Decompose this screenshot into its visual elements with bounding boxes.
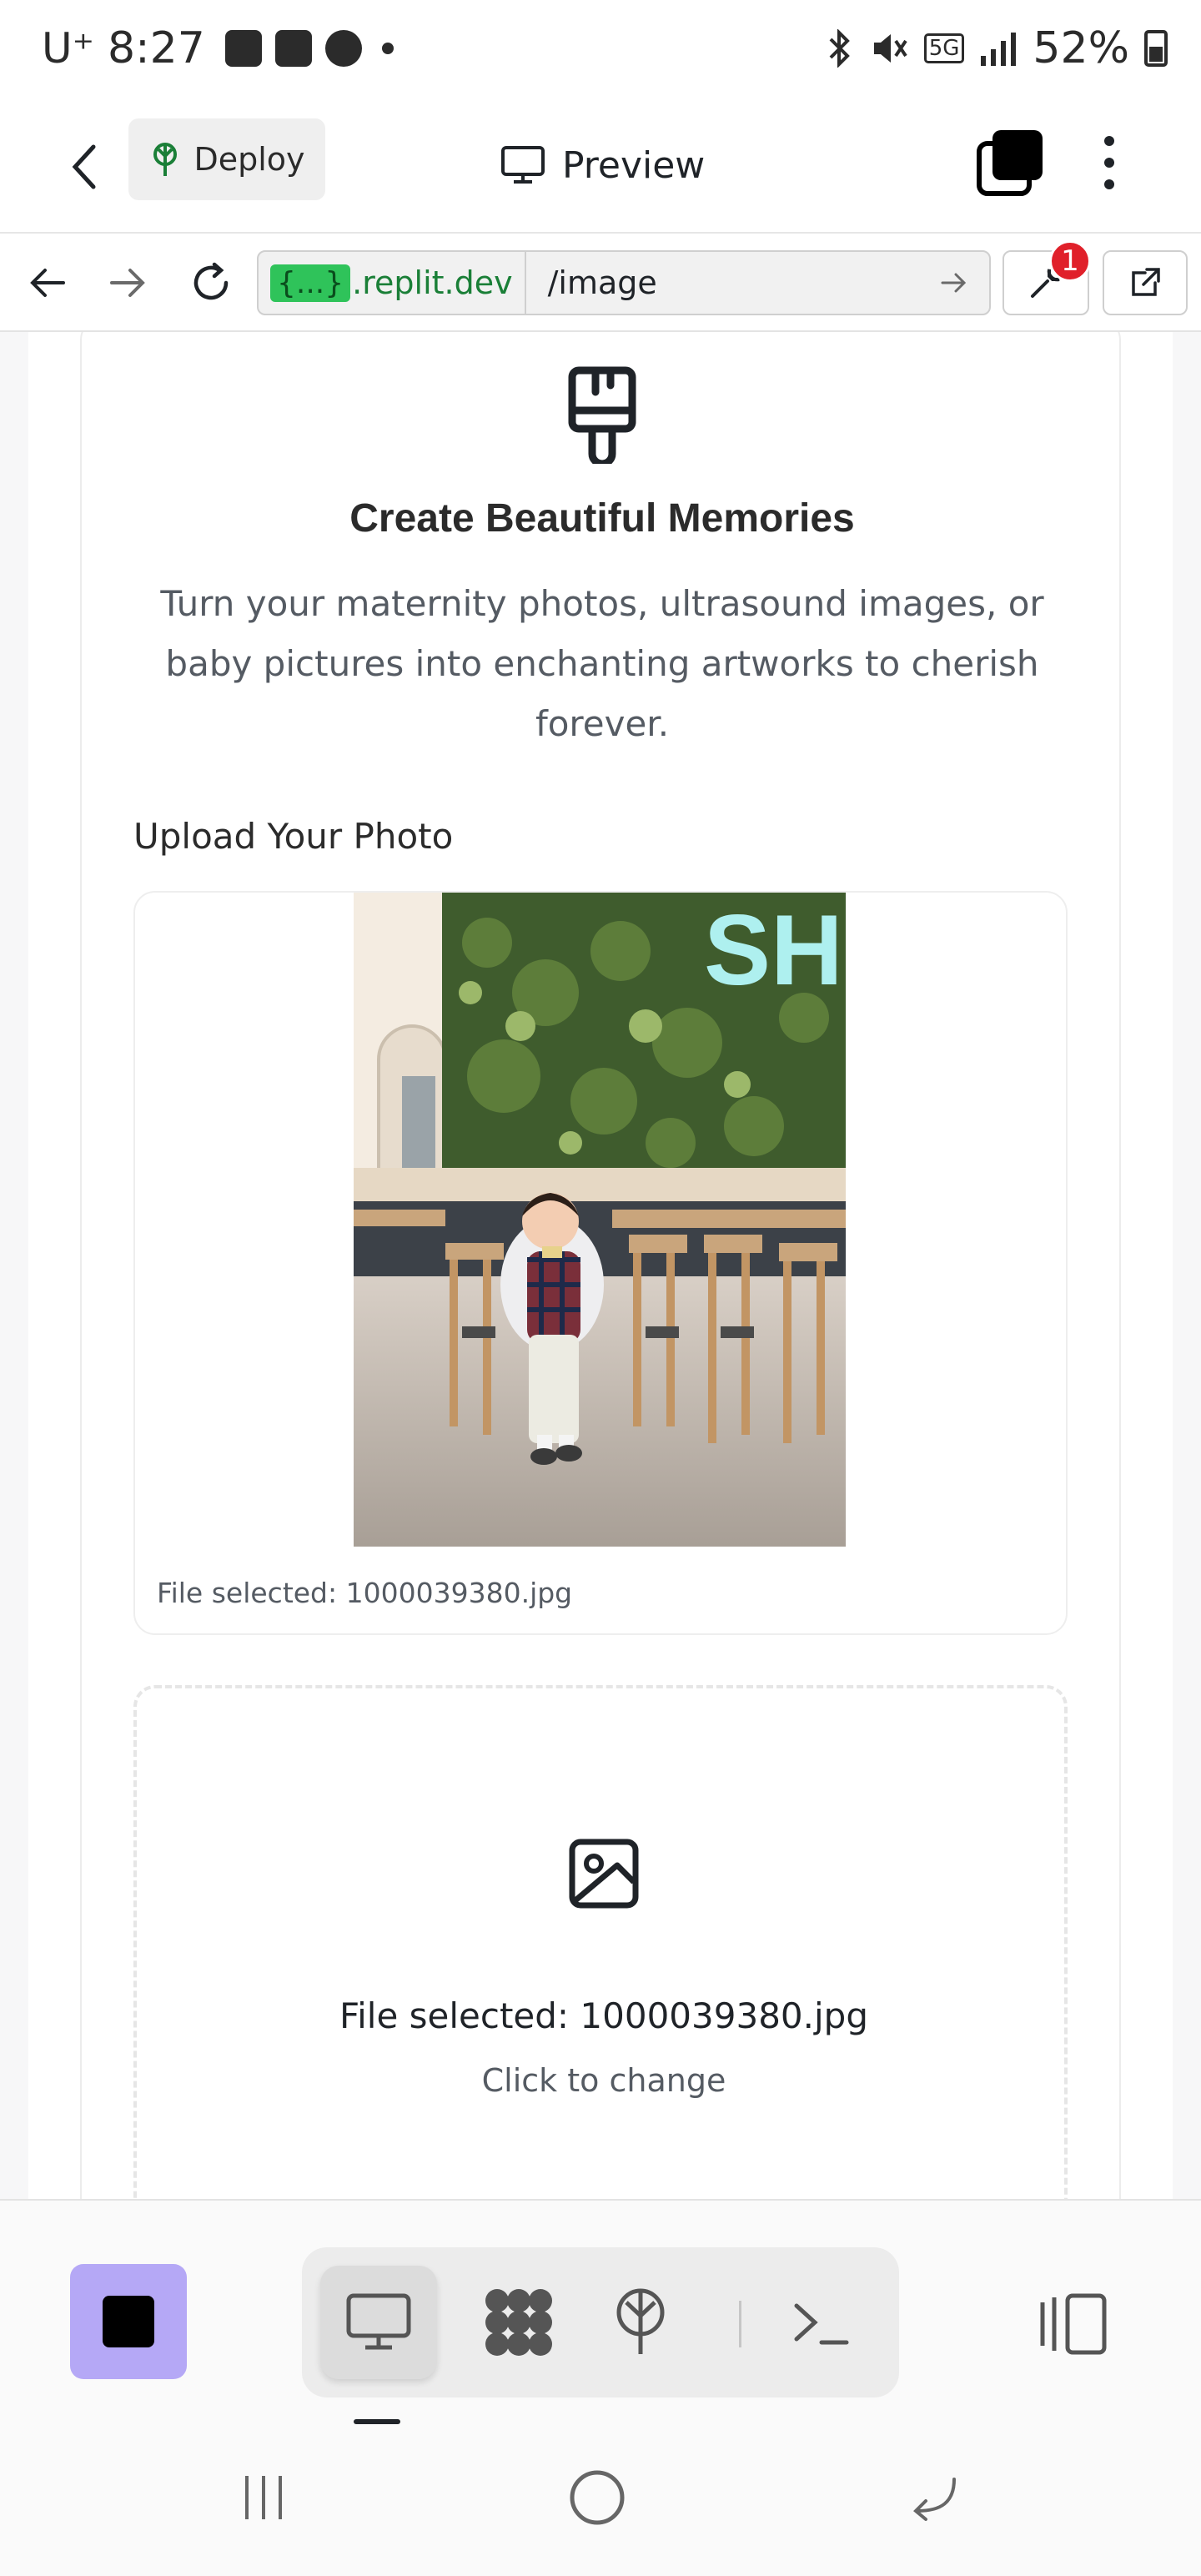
url-field[interactable]: {...} .replit.dev /image — [257, 250, 991, 315]
status-left: U⁺ 8:27 — [42, 23, 394, 73]
toolbar-separator — [739, 2301, 741, 2347]
svg-text:SH: SH — [704, 894, 843, 1006]
back-arrow-icon — [913, 2478, 956, 2521]
battery-percent: 52% — [1033, 23, 1129, 73]
browser-forward-button[interactable] — [97, 252, 158, 314]
bluetooth-icon — [829, 29, 850, 68]
uploaded-photo: SH — [354, 893, 846, 1547]
domain-badge: {...} — [270, 264, 351, 302]
photo-illustration: SH — [354, 893, 846, 1547]
status-right: 5G 52% — [824, 23, 1168, 73]
android-navigation-bar — [0, 2424, 1201, 2576]
layout-toggle-button[interactable] — [1038, 2291, 1108, 2357]
arrow-right-icon — [110, 269, 145, 297]
image-preview-box: SH File selected: 1000039380.jpg — [133, 891, 1068, 1635]
terminal-icon — [794, 2303, 849, 2345]
shell-tab-button[interactable] — [762, 2266, 879, 2379]
upload-label: Upload Your Photo — [133, 816, 454, 857]
preview-viewport[interactable]: Create Beautiful Memories Turn your mate… — [0, 332, 1201, 2199]
create-card: Create Beautiful Memories Turn your mate… — [80, 332, 1121, 2199]
deploy-label: Deploy — [193, 141, 305, 178]
carrier-label: U⁺ — [42, 24, 94, 73]
preview-title: Preview — [500, 132, 705, 199]
home-circle-icon — [570, 2470, 625, 2525]
app-header: Deploy Preview — [0, 108, 1201, 234]
deploy-icon — [153, 143, 178, 176]
selected-file-caption: File selected: 1000039380.jpg — [157, 1577, 573, 1609]
dropzone-file-text: File selected: 1000039380.jpg — [339, 1995, 868, 2036]
mute-icon — [873, 34, 907, 63]
url-domain: {...} .replit.dev — [259, 252, 526, 314]
devtools-button[interactable]: 1 — [1003, 240, 1091, 315]
upload-dropzone[interactable]: File selected: 1000039380.jpg Click to c… — [133, 1685, 1068, 2199]
recent-apps-icon — [245, 2476, 282, 2519]
workspace-tool-group — [302, 2247, 899, 2397]
domain-text: .replit.dev — [352, 264, 513, 301]
url-toolbar: {...} .replit.dev /image 1 — [0, 234, 1201, 332]
image-icon — [569, 1839, 639, 1909]
signal-icon — [981, 33, 1017, 66]
system-back-button[interactable] — [901, 2464, 967, 2531]
home-button[interactable] — [564, 2464, 631, 2531]
deployments-tab-button[interactable] — [582, 2266, 699, 2379]
monitor-icon — [501, 146, 545, 184]
stop-icon — [103, 2296, 154, 2347]
deploy-icon — [616, 2288, 665, 2354]
external-link-icon — [1132, 268, 1160, 296]
battery-icon — [1144, 30, 1168, 67]
tabs-button[interactable] — [974, 127, 1046, 199]
chat-notification-icon — [324, 30, 362, 67]
clock: 8:27 — [108, 23, 205, 73]
dropzone-hint: Click to change — [481, 2062, 726, 2099]
paintbrush-icon — [568, 366, 636, 464]
recent-apps-button[interactable] — [230, 2464, 297, 2531]
pay-notification-icon — [274, 30, 312, 67]
grid-blob-icon — [485, 2289, 552, 2356]
preview-label: Preview — [562, 143, 706, 187]
reload-icon — [193, 262, 229, 300]
deploy-button[interactable]: Deploy — [128, 118, 325, 200]
browser-back-button[interactable] — [17, 252, 78, 314]
preview-tab-button[interactable] — [320, 2266, 437, 2379]
notification-badge: 1 — [1049, 240, 1091, 282]
dot-icon — [1104, 158, 1114, 168]
more-options-button[interactable] — [1084, 127, 1134, 199]
monitor-icon — [346, 2293, 411, 2350]
gallery-notification-icon — [224, 30, 262, 67]
url-path[interactable]: /image — [526, 264, 929, 301]
go-button[interactable] — [929, 258, 979, 308]
stop-button[interactable] — [70, 2264, 187, 2379]
reload-button[interactable] — [180, 252, 242, 314]
more-notifications-icon — [381, 43, 394, 54]
network-type-icon: 5G — [923, 33, 965, 63]
dot-icon — [1104, 136, 1114, 146]
status-bar: U⁺ 8:27 5G 52% — [0, 0, 1201, 108]
arrow-left-icon — [30, 269, 65, 297]
open-external-button[interactable] — [1103, 250, 1188, 315]
card-description: Turn your maternity photos, ultrasound i… — [160, 583, 1044, 744]
workspace-tab-button[interactable] — [460, 2266, 577, 2379]
back-button[interactable] — [52, 133, 118, 200]
dot-icon — [1104, 179, 1114, 189]
bottom-toolbar — [0, 2199, 1201, 2424]
card-title: Create Beautiful Memories — [349, 496, 855, 541]
chevron-left-icon — [72, 144, 96, 189]
arrow-right-icon — [941, 273, 967, 293]
